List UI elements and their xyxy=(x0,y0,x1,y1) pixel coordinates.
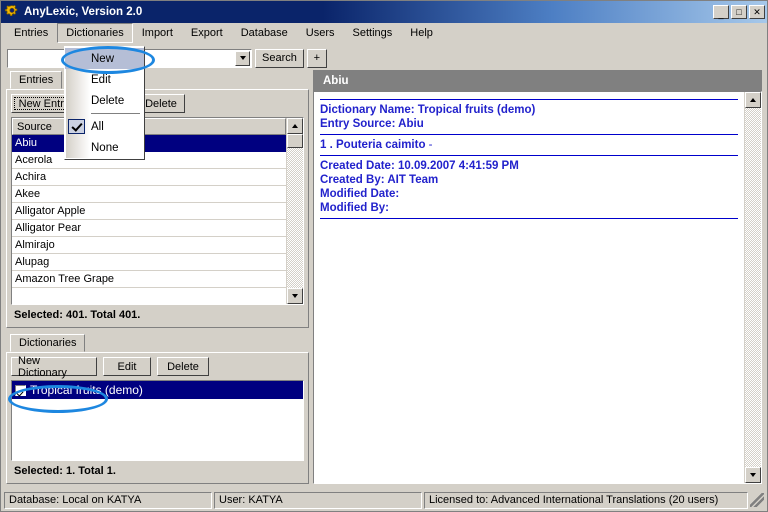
divider xyxy=(320,99,738,100)
translation-dash: - xyxy=(429,139,433,151)
detail-content: Dictionary Name: Tropical fruits (demo) … xyxy=(314,92,744,483)
menu-settings[interactable]: Settings xyxy=(344,23,402,43)
menu-item-all[interactable]: All xyxy=(65,116,144,137)
dictionary-checkbox[interactable] xyxy=(15,385,26,396)
scroll-up-icon[interactable] xyxy=(287,118,303,134)
dictionaries-dropdown-menu[interactable]: New Edit Delete All None xyxy=(64,46,145,160)
dictionaries-button-row: New Dictionary Edit Delete xyxy=(11,357,304,376)
minimize-icon: _ xyxy=(714,6,728,18)
detail-dictionary-name: Dictionary Name: Tropical fruits (demo) xyxy=(320,103,738,117)
scroll-down-icon[interactable] xyxy=(745,467,761,483)
detail-content-wrap: Dictionary Name: Tropical fruits (demo) … xyxy=(313,91,762,484)
entries-rows: Abiu Acerola Achira Akee Alligator Apple… xyxy=(12,135,286,304)
entries-panel: Entries New Entry Edit Delete Source Abi… xyxy=(6,70,309,328)
maximize-button[interactable]: □ xyxy=(731,5,747,19)
detail-panel: Abiu Dictionary Name: Tropical fruits (d… xyxy=(311,70,766,484)
detail-entry-source: Entry Source: Abiu xyxy=(320,117,738,131)
detail-modified-by: Modified By: xyxy=(320,201,738,215)
close-icon: ✕ xyxy=(750,6,764,18)
tab-dictionaries[interactable]: Dictionaries xyxy=(10,334,85,352)
divider xyxy=(320,218,738,219)
detail-scrollbar[interactable] xyxy=(744,92,761,483)
scroll-up-icon[interactable] xyxy=(745,92,761,108)
entries-scrollbar[interactable] xyxy=(286,118,303,304)
detail-header: Abiu xyxy=(313,70,762,91)
entries-column-header-source[interactable]: Source xyxy=(12,118,286,135)
translation-text: Pouteria caimito xyxy=(336,139,425,151)
entries-list[interactable]: Source Abiu Acerola Achira Akee Alligato… xyxy=(11,117,304,305)
menu-item-all-label: All xyxy=(91,121,104,133)
detail-modified-date: Modified Date: xyxy=(320,187,738,201)
table-row[interactable]: Achira xyxy=(12,169,286,186)
table-row[interactable]: Alligator Pear xyxy=(12,220,286,237)
entries-status: Selected: 401. Total 401. xyxy=(11,305,304,323)
list-item[interactable]: Tropical fruits (demo) xyxy=(12,381,303,399)
dictionaries-tabstrip: Dictionaries xyxy=(6,333,309,352)
dictionaries-panel: Dictionaries New Dictionary Edit Delete … xyxy=(6,333,309,484)
detail-created-date: Created Date: 10.09.2007 4:41:59 PM xyxy=(320,159,738,173)
detail-created-by: Created By: AIT Team xyxy=(320,173,738,187)
status-bar: Database: Local on KATYA User: KATYA Lic… xyxy=(2,490,766,510)
entries-tabstrip: Entries xyxy=(6,70,309,89)
status-database: Database: Local on KATYA xyxy=(4,492,212,509)
tab-entries[interactable]: Entries xyxy=(10,71,62,89)
menu-item-edit[interactable]: Edit xyxy=(65,69,144,90)
table-row[interactable]: Amazon Tree Grape xyxy=(12,271,286,288)
table-row[interactable]: Akee xyxy=(12,186,286,203)
translation-number: 1 . xyxy=(320,139,333,151)
window-controls: _ □ ✕ xyxy=(713,5,765,19)
entries-list-body: Source Abiu Acerola Achira Akee Alligato… xyxy=(12,118,286,304)
maximize-icon: □ xyxy=(732,6,746,18)
table-row[interactable]: Almirajo xyxy=(12,237,286,254)
minimize-button[interactable]: _ xyxy=(713,5,729,19)
search-button[interactable]: Search xyxy=(255,49,304,68)
menu-export[interactable]: Export xyxy=(182,23,232,43)
menu-dictionaries[interactable]: Dictionaries xyxy=(57,23,132,43)
menu-import[interactable]: Import xyxy=(133,23,182,43)
edit-dictionary-button[interactable]: Edit xyxy=(103,357,151,376)
check-icon xyxy=(68,119,85,134)
dictionaries-tabpane: New Dictionary Edit Delete Tropical frui… xyxy=(6,352,309,484)
add-button[interactable]: + xyxy=(307,49,327,68)
scrollbar-thumb[interactable] xyxy=(287,134,303,148)
entries-button-row: New Entry Edit Delete xyxy=(11,94,304,113)
resize-grip-icon[interactable] xyxy=(750,493,764,507)
table-row[interactable]: Abiu xyxy=(12,135,286,152)
gear-icon xyxy=(4,4,20,20)
left-column: Entries New Entry Edit Delete Source Abi… xyxy=(2,70,311,484)
menu-item-none[interactable]: None xyxy=(65,137,144,158)
table-row[interactable]: Alligator Apple xyxy=(12,203,286,220)
window-title: AnyLexic, Version 2.0 xyxy=(24,6,713,18)
table-row[interactable]: Alupag xyxy=(12,254,286,271)
title-bar: AnyLexic, Version 2.0 _ □ ✕ xyxy=(1,1,767,23)
list-item-label: Tropical fruits (demo) xyxy=(30,381,143,399)
menu-database[interactable]: Database xyxy=(232,23,297,43)
menu-separator xyxy=(91,113,140,114)
table-row[interactable]: Acerola xyxy=(12,152,286,169)
scrollbar-track[interactable] xyxy=(745,108,761,467)
menu-users[interactable]: Users xyxy=(297,23,344,43)
scroll-down-icon[interactable] xyxy=(287,288,303,304)
divider xyxy=(320,155,738,156)
status-user: User: KATYA xyxy=(214,492,422,509)
menu-help[interactable]: Help xyxy=(401,23,442,43)
application-window: AnyLexic, Version 2.0 _ □ ✕ Entries Dict… xyxy=(0,0,768,512)
chevron-down-icon[interactable] xyxy=(235,51,250,66)
dictionary-filter-combo[interactable] xyxy=(134,49,252,68)
menu-item-delete[interactable]: Delete xyxy=(65,90,144,111)
detail-translation: 1 . Pouteria caimito - xyxy=(320,138,738,152)
status-license: Licensed to: Advanced International Tran… xyxy=(424,492,748,509)
delete-dictionary-button[interactable]: Delete xyxy=(157,357,209,376)
menu-bar: Entries Dictionaries Import Export Datab… xyxy=(1,23,767,44)
dictionaries-list[interactable]: Tropical fruits (demo) xyxy=(11,380,304,461)
close-button[interactable]: ✕ xyxy=(749,5,765,19)
scrollbar-track[interactable] xyxy=(287,148,303,288)
dictionaries-status: Selected: 1. Total 1. xyxy=(11,461,304,479)
menu-entries[interactable]: Entries xyxy=(5,23,57,43)
menu-item-new[interactable]: New xyxy=(65,48,144,69)
divider xyxy=(320,134,738,135)
new-dictionary-button[interactable]: New Dictionary xyxy=(11,357,97,376)
entries-tabpane: New Entry Edit Delete Source Abiu Acerol… xyxy=(6,89,309,328)
